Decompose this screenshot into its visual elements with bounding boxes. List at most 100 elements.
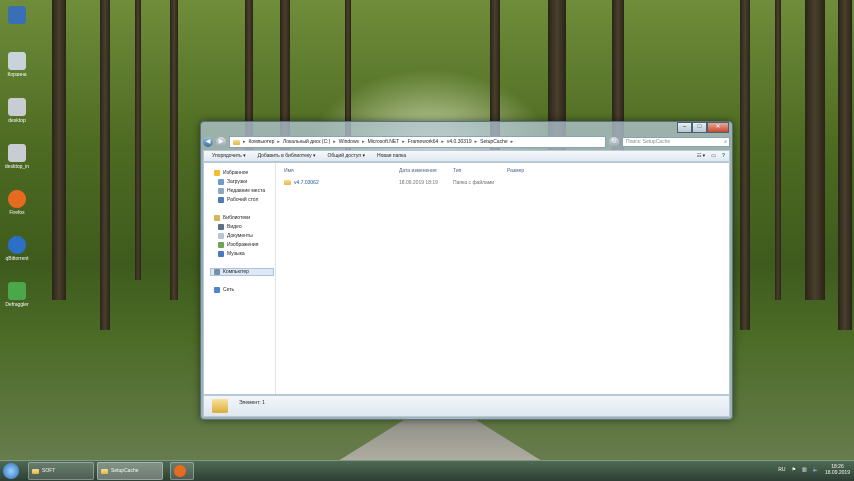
column-header-name[interactable]: Имя <box>284 168 294 174</box>
view-controls: ☷ ▾ ▭ ? <box>697 153 729 159</box>
nav-label: Компьютер <box>223 269 249 275</box>
network-icon <box>214 287 220 293</box>
address-bar[interactable]: ▸ Компьютер ▸ Локальный диск (C:) ▸ Wind… <box>229 136 606 148</box>
search-input[interactable]: Поиск: SetupCache ⌕ <box>622 137 730 147</box>
desktop-icon-desktop[interactable]: desktop <box>2 98 32 124</box>
desktop-icon-label: qBittorrent <box>5 256 29 262</box>
breadcrumb-item[interactable]: Windows <box>339 139 359 145</box>
chevron-right-icon: ▸ <box>277 139 280 145</box>
tree-trunk <box>740 0 750 330</box>
forward-button[interactable]: ▶ <box>216 137 226 147</box>
defraggler-icon <box>8 282 26 300</box>
tree-trunk <box>838 0 852 330</box>
star-icon <box>214 170 220 176</box>
desktop-icon-label: Defraggler <box>5 302 29 308</box>
downloads-icon <box>218 179 224 185</box>
images-icon <box>218 242 224 248</box>
nav-downloads[interactable]: Загрузки <box>218 179 247 185</box>
nav-network[interactable]: Сеть <box>214 287 234 293</box>
taskbar-button-setupcache[interactable]: SetupCache <box>97 462 163 480</box>
start-button[interactable] <box>3 463 19 479</box>
add-to-library-button[interactable]: Добавить в библиотеку ▾ <box>258 153 316 159</box>
main-pane: Избранное Загрузки Недавние места Рабочи… <box>203 162 730 395</box>
nav-label: Избранное <box>223 170 249 176</box>
tree-trunk <box>52 0 66 300</box>
recent-places-icon <box>218 188 224 194</box>
file-name: v4.7.03062 <box>294 180 319 186</box>
close-button[interactable]: ✕ <box>707 122 729 133</box>
desktop-icon-user[interactable] <box>2 6 32 26</box>
column-header-size[interactable]: Размер <box>507 168 524 174</box>
nav-video[interactable]: Видео <box>218 224 242 230</box>
system-tray: RU ⚑ ▥ 🔈 18:26 18.09.2019 <box>778 464 850 476</box>
desktop-icon-recycle-bin[interactable]: Корзина <box>2 52 32 78</box>
documents-icon <box>218 233 224 239</box>
file-icon <box>8 98 26 116</box>
tree-trunk <box>775 0 781 300</box>
user-folder-icon <box>8 6 26 24</box>
desktop-icon-label: Firefox <box>9 210 25 216</box>
flag-icon[interactable]: ⚑ <box>792 467 796 473</box>
nav-label: Документы <box>227 233 253 239</box>
nav-favorites[interactable]: Избранное <box>214 170 248 176</box>
help-icon[interactable]: ? <box>722 153 725 159</box>
file-list: Имя Дата изменения Тип Размер v4.7.03062… <box>276 163 729 394</box>
desktop-icon-qbittorrent[interactable]: qBittorrent <box>2 236 32 262</box>
breadcrumb-item[interactable]: Framework64 <box>408 139 439 145</box>
maximize-button[interactable]: □ <box>692 122 707 133</box>
desktop-icon-defraggler[interactable]: Defraggler <box>2 282 32 308</box>
network-tray-icon[interactable]: ▥ <box>802 467 807 473</box>
folder-icon <box>101 468 108 474</box>
clock[interactable]: 18:26 18.09.2019 <box>825 464 850 476</box>
folder-icon <box>233 139 240 145</box>
nav-label: Сеть <box>223 287 235 293</box>
chevron-right-icon: ▸ <box>333 139 336 145</box>
forest-road <box>330 418 550 466</box>
column-header-type[interactable]: Тип <box>453 168 461 174</box>
minimize-button[interactable]: – <box>677 122 692 133</box>
navigation-pane: Избранное Загрузки Недавние места Рабочи… <box>204 163 276 394</box>
nav-desktop[interactable]: Рабочий стол <box>218 197 258 203</box>
refresh-button[interactable]: ↻ <box>609 137 619 147</box>
new-folder-button[interactable]: Новая папка <box>377 153 406 159</box>
nav-libraries[interactable]: Библиотеки <box>214 215 250 221</box>
language-indicator[interactable]: RU <box>778 467 785 473</box>
video-icon <box>218 224 224 230</box>
taskbar-button-soft[interactable]: SOFT <box>28 462 94 480</box>
breadcrumb-item[interactable]: SetupCache <box>480 139 508 145</box>
breadcrumb-item[interactable]: Компьютер <box>249 139 275 145</box>
chevron-right-icon: ▸ <box>402 139 405 145</box>
title-bar[interactable]: – □ ✕ <box>201 122 732 136</box>
preview-pane-icon[interactable]: ▭ <box>711 153 716 159</box>
breadcrumb-item[interactable]: v4.0.30319 <box>447 139 472 145</box>
tree-trunk <box>805 0 825 300</box>
nav-computer[interactable]: Компьютер <box>214 269 249 275</box>
nav-images[interactable]: Изображения <box>218 242 258 248</box>
breadcrumb-item[interactable]: Microsoft.NET <box>368 139 400 145</box>
file-row[interactable]: v4.7.03062 18.09.2019 18:19 Папка с файл… <box>284 179 504 187</box>
explorer-window[interactable]: – □ ✕ ◀ ▶ ▸ Компьютер ▸ Локальный диск (… <box>200 121 733 420</box>
desktop-icon-firefox[interactable]: Firefox <box>2 190 32 216</box>
breadcrumb-item[interactable]: Локальный диск (C:) <box>283 139 330 145</box>
taskbar-button-firefox[interactable] <box>170 462 194 480</box>
nav-music[interactable]: Музыка <box>218 251 245 257</box>
tree-trunk <box>170 0 178 300</box>
volume-icon[interactable]: 🔈 <box>813 467 819 473</box>
item-count: Элемент: 1 <box>239 400 265 406</box>
taskbar-label: SOFT <box>42 468 56 474</box>
nav-recent[interactable]: Недавние места <box>218 188 265 194</box>
recycle-bin-icon <box>8 52 26 70</box>
back-button[interactable]: ◀ <box>203 137 213 147</box>
firefox-icon <box>174 465 186 477</box>
folder-icon <box>284 180 291 185</box>
libraries-icon <box>214 215 220 221</box>
share-button[interactable]: Общий доступ ▾ <box>328 153 366 159</box>
taskbar: SOFT SetupCache RU ⚑ ▥ 🔈 18:26 18.09.201… <box>0 460 854 481</box>
command-bar: Упорядочить ▾ Добавить в библиотеку ▾ Об… <box>203 150 730 162</box>
chevron-right-icon: ▸ <box>510 139 514 145</box>
organize-button[interactable]: Упорядочить ▾ <box>212 153 246 159</box>
column-header-date[interactable]: Дата изменения <box>399 168 437 174</box>
nav-documents[interactable]: Документы <box>218 233 253 239</box>
view-options-icon[interactable]: ☷ ▾ <box>697 153 705 159</box>
desktop-icon-desktop-in[interactable]: desktop_in <box>2 144 32 170</box>
